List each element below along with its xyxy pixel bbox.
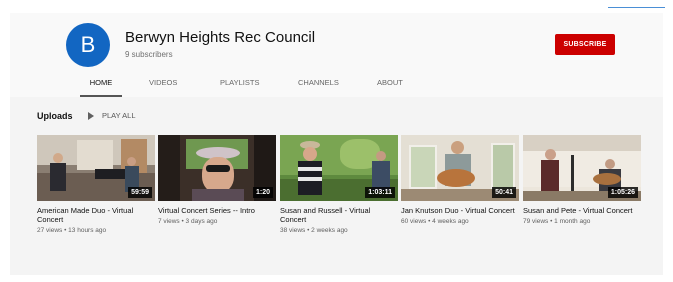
subscriber-count: 9 subscribers xyxy=(125,50,173,59)
video-duration: 1:05:26 xyxy=(607,187,638,198)
video-card[interactable]: 1:20 Virtual Concert Series -- Intro 7 v… xyxy=(158,135,276,225)
video-title[interactable]: Virtual Concert Series -- Intro xyxy=(158,206,276,215)
channel-header: B Berwyn Heights Rec Council 9 subscribe… xyxy=(10,13,663,97)
video-duration: 59:59 xyxy=(128,187,152,198)
channel-page: B Berwyn Heights Rec Council 9 subscribe… xyxy=(0,0,673,282)
video-duration: 1:03:11 xyxy=(365,187,395,198)
video-title[interactable]: American Made Duo - Virtual Concert xyxy=(37,206,155,224)
video-card[interactable]: 1:03:11 Susan and Russell - Virtual Conc… xyxy=(280,135,398,234)
channel-avatar[interactable]: B xyxy=(66,23,110,67)
video-card[interactable]: 1:05:26 Susan and Pete - Virtual Concert… xyxy=(523,135,641,225)
video-title[interactable]: Susan and Pete - Virtual Concert xyxy=(523,206,641,215)
top-edge-line xyxy=(608,7,665,8)
uploads-section: Uploads PLAY ALL 59:59 American Made Duo… xyxy=(10,97,663,275)
tab-playlists[interactable]: PLAYLISTS xyxy=(220,73,259,95)
tab-videos[interactable]: VIDEOS xyxy=(149,73,177,95)
video-duration: 50:41 xyxy=(492,187,516,198)
video-thumbnail[interactable]: 1:20 xyxy=(158,135,276,201)
video-meta: 27 views • 13 hours ago xyxy=(37,227,107,234)
video-title[interactable]: Jan Knutson Duo - Virtual Concert xyxy=(401,206,519,215)
video-card[interactable]: 50:41 Jan Knutson Duo - Virtual Concert … xyxy=(401,135,519,225)
video-thumbnail[interactable]: 1:05:26 xyxy=(523,135,641,201)
video-thumbnail[interactable]: 59:59 xyxy=(37,135,155,201)
video-meta: 7 views • 3 days ago xyxy=(158,218,218,225)
uploads-title[interactable]: Uploads xyxy=(37,111,73,121)
subscribe-button[interactable]: SUBSCRIBE xyxy=(555,34,615,55)
video-meta: 38 views • 2 weeks ago xyxy=(280,227,348,234)
tab-home[interactable]: HOME xyxy=(80,73,122,97)
tab-channels[interactable]: CHANNELS xyxy=(298,73,339,95)
video-title[interactable]: Susan and Russell - Virtual Concert xyxy=(280,206,398,224)
video-duration: 1:20 xyxy=(252,187,273,198)
play-all-label: PLAY ALL xyxy=(102,111,136,120)
video-thumbnail[interactable]: 50:41 xyxy=(401,135,519,201)
video-meta: 60 views • 4 weeks ago xyxy=(401,218,469,225)
video-thumbnail[interactable]: 1:03:11 xyxy=(280,135,398,201)
channel-name: Berwyn Heights Rec Council xyxy=(125,29,316,46)
tab-about[interactable]: ABOUT xyxy=(377,73,403,95)
play-icon xyxy=(88,112,94,120)
video-meta: 79 views • 1 month ago xyxy=(523,218,591,225)
video-card[interactable]: 59:59 American Made Duo - Virtual Concer… xyxy=(37,135,155,234)
